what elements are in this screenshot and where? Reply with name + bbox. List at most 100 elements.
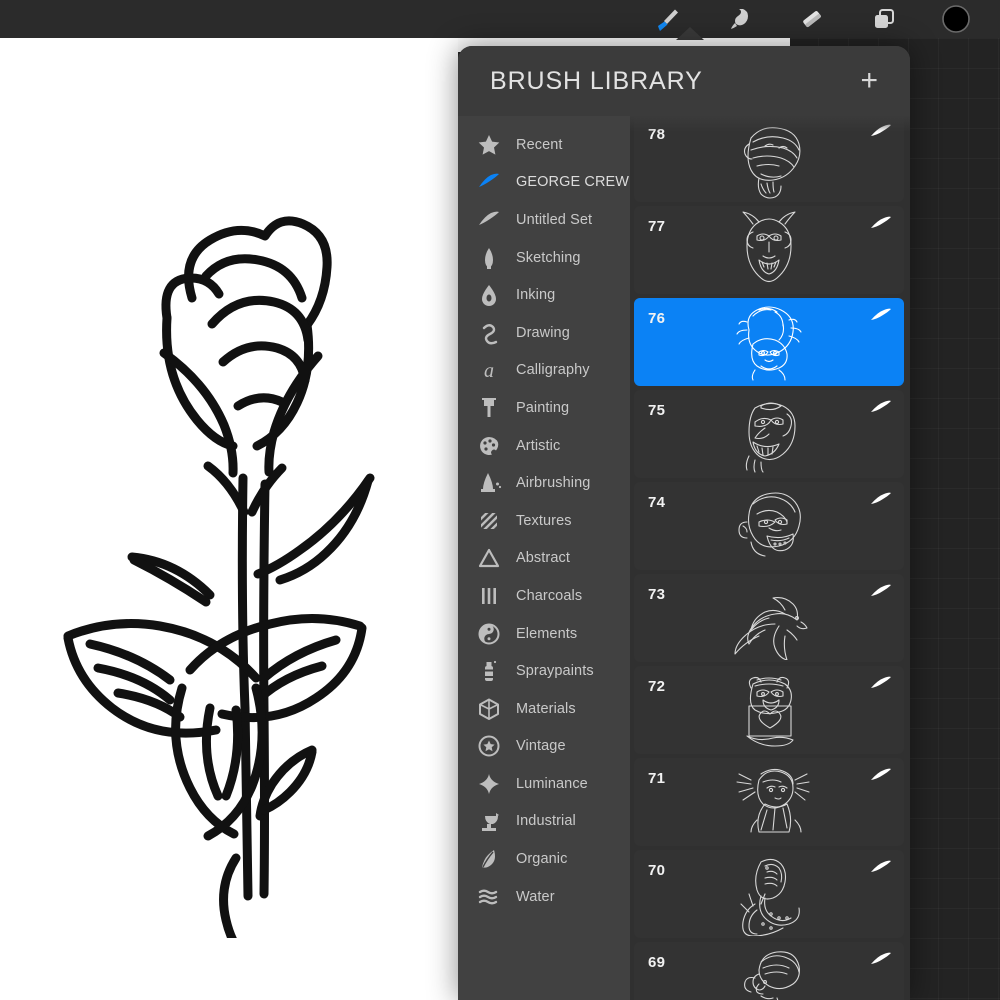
sidebar-item-water[interactable]: Water — [458, 878, 630, 916]
brush-stamp-preview — [634, 298, 904, 386]
anvil-icon — [476, 808, 502, 834]
letter-a-icon: a — [476, 357, 502, 383]
brush-row[interactable]: 73 — [634, 574, 904, 662]
waves-icon — [476, 884, 502, 910]
sidebar-item-organic[interactable]: Organic — [458, 840, 630, 878]
pencil-icon — [476, 245, 502, 271]
eraser-tool[interactable] — [776, 0, 848, 38]
brush-row[interactable]: 71 — [634, 758, 904, 846]
sidebar-item-label: Spraypaints — [516, 663, 594, 680]
brush-stamp-preview — [634, 206, 904, 294]
brush-row[interactable]: 75 — [634, 390, 904, 478]
yin-yang-icon — [476, 621, 502, 647]
sidebar-item-label: GEORGE CREWE — [516, 174, 630, 191]
color-swatch-button[interactable] — [920, 0, 992, 38]
sidebar-item-label: Airbrushing — [516, 475, 591, 492]
sidebar-item-label: Materials — [516, 700, 576, 717]
sidebar-item-label: Untitled Set — [516, 211, 593, 228]
color-swatch — [941, 4, 971, 34]
sidebar-item-sketching[interactable]: Sketching — [458, 239, 630, 277]
sidebar-item-label: Calligraphy — [516, 362, 590, 379]
top-toolbar — [0, 0, 1000, 38]
paintbrush-icon — [476, 395, 502, 421]
brush-set-list[interactable]: Recent GEORGE CREWE Untitled Set Sketching I… — [458, 116, 630, 1000]
sidebar-item-calligraphy[interactable]: a Calligraphy — [458, 352, 630, 390]
brush-row[interactable]: 78 — [634, 116, 904, 202]
sidebar-item-label: Charcoals — [516, 587, 583, 604]
sidebar-item-label: Elements — [516, 625, 578, 642]
brush-stroke-icon — [870, 492, 892, 506]
sidebar-item-luminance[interactable]: Luminance — [458, 765, 630, 803]
brush-row[interactable]: 74 — [634, 482, 904, 570]
brush-row[interactable]: 70 — [634, 850, 904, 938]
brush-row[interactable]: 76 — [634, 298, 904, 386]
popover-caret — [676, 27, 704, 40]
sidebar-item-label: Textures — [516, 512, 572, 529]
brush-row[interactable]: 77 — [634, 206, 904, 294]
sidebar-item-label: Drawing — [516, 324, 570, 341]
brush-grid[interactable]: 78 77 76 75 74 73 72 71 70 69 — [630, 116, 910, 1000]
sidebar-item-airbrushing[interactable]: Airbrushing — [458, 464, 630, 502]
sidebar-item-label: Luminance — [516, 775, 588, 792]
brush-stamp-preview — [634, 116, 904, 202]
brush-stroke-icon — [476, 207, 502, 233]
sidebar-item-recent[interactable]: Recent — [458, 126, 630, 164]
sidebar-item-george-crewe[interactable]: GEORGE CREWE — [458, 164, 630, 202]
brush-stamp-preview — [634, 390, 904, 478]
sidebar-item-abstract[interactable]: Abstract — [458, 540, 630, 578]
sidebar-item-untitled-set[interactable]: Untitled Set — [458, 201, 630, 239]
sidebar-item-painting[interactable]: Painting — [458, 389, 630, 427]
brush-row[interactable]: 72 — [634, 666, 904, 754]
sidebar-item-inking[interactable]: Inking — [458, 276, 630, 314]
sparkle-icon — [476, 771, 502, 797]
sidebar-item-vintage[interactable]: Vintage — [458, 728, 630, 766]
sidebar-item-industrial[interactable]: Industrial — [458, 803, 630, 841]
brush-stroke-icon — [870, 860, 892, 874]
panel-header: BRUSH LIBRARY + — [458, 46, 910, 116]
sidebar-item-charcoals[interactable]: Charcoals — [458, 577, 630, 615]
sidebar-item-label: Water — [516, 888, 555, 905]
spray-can-icon — [476, 658, 502, 684]
sidebar-item-label: Recent — [516, 136, 563, 153]
brush-stamp-preview — [634, 942, 904, 1000]
sidebar-item-spraypaints[interactable]: Spraypaints — [458, 652, 630, 690]
hatch-square-icon — [476, 508, 502, 534]
brush-stroke-icon — [870, 768, 892, 782]
brush-stamp-preview — [634, 758, 904, 846]
sidebar-item-artistic[interactable]: Artistic — [458, 427, 630, 465]
page-title: BRUSH LIBRARY — [490, 66, 703, 95]
sidebar-item-materials[interactable]: Materials — [458, 690, 630, 728]
sidebar-item-label: Sketching — [516, 249, 581, 266]
rose-artwork — [60, 148, 400, 963]
svg-text:a: a — [484, 360, 494, 382]
layers-tool[interactable] — [848, 0, 920, 38]
sidebar-item-label: Inking — [516, 287, 556, 304]
layers-icon — [870, 5, 898, 33]
brush-stroke-icon — [870, 584, 892, 598]
sidebar-item-label: Industrial — [516, 813, 576, 830]
smudge-icon — [726, 5, 754, 33]
star-badge-icon — [476, 733, 502, 759]
brush-stamp-preview — [634, 482, 904, 570]
star-icon — [476, 132, 502, 158]
airbrush-icon — [476, 470, 502, 496]
brush-stroke-icon — [870, 308, 892, 322]
add-brush-set-button[interactable]: + — [854, 66, 884, 96]
palette-icon — [476, 433, 502, 459]
smudge-tool[interactable] — [704, 0, 776, 38]
triangle-icon — [476, 545, 502, 571]
brush-stroke-icon — [870, 216, 892, 230]
brush-row[interactable]: 69 — [634, 942, 904, 1000]
brush-library-panel: BRUSH LIBRARY + Recent GEORGE CREWE Untitl… — [458, 46, 910, 1000]
sidebar-item-textures[interactable]: Textures — [458, 502, 630, 540]
drawing-canvas[interactable] — [0, 38, 458, 1000]
squiggle-icon — [476, 320, 502, 346]
brush-stamp-preview — [634, 574, 904, 662]
panel-body: Recent GEORGE CREWE Untitled Set Sketching I… — [458, 116, 910, 1000]
brush-scroll-container[interactable]: 78 77 76 75 74 73 72 71 70 69 — [630, 116, 910, 1000]
sidebar-item-elements[interactable]: Elements — [458, 615, 630, 653]
sidebar-item-label: Vintage — [516, 738, 566, 755]
sidebar-item-label: Organic — [516, 851, 568, 868]
sidebar-item-drawing[interactable]: Drawing — [458, 314, 630, 352]
leaf-icon — [476, 846, 502, 872]
